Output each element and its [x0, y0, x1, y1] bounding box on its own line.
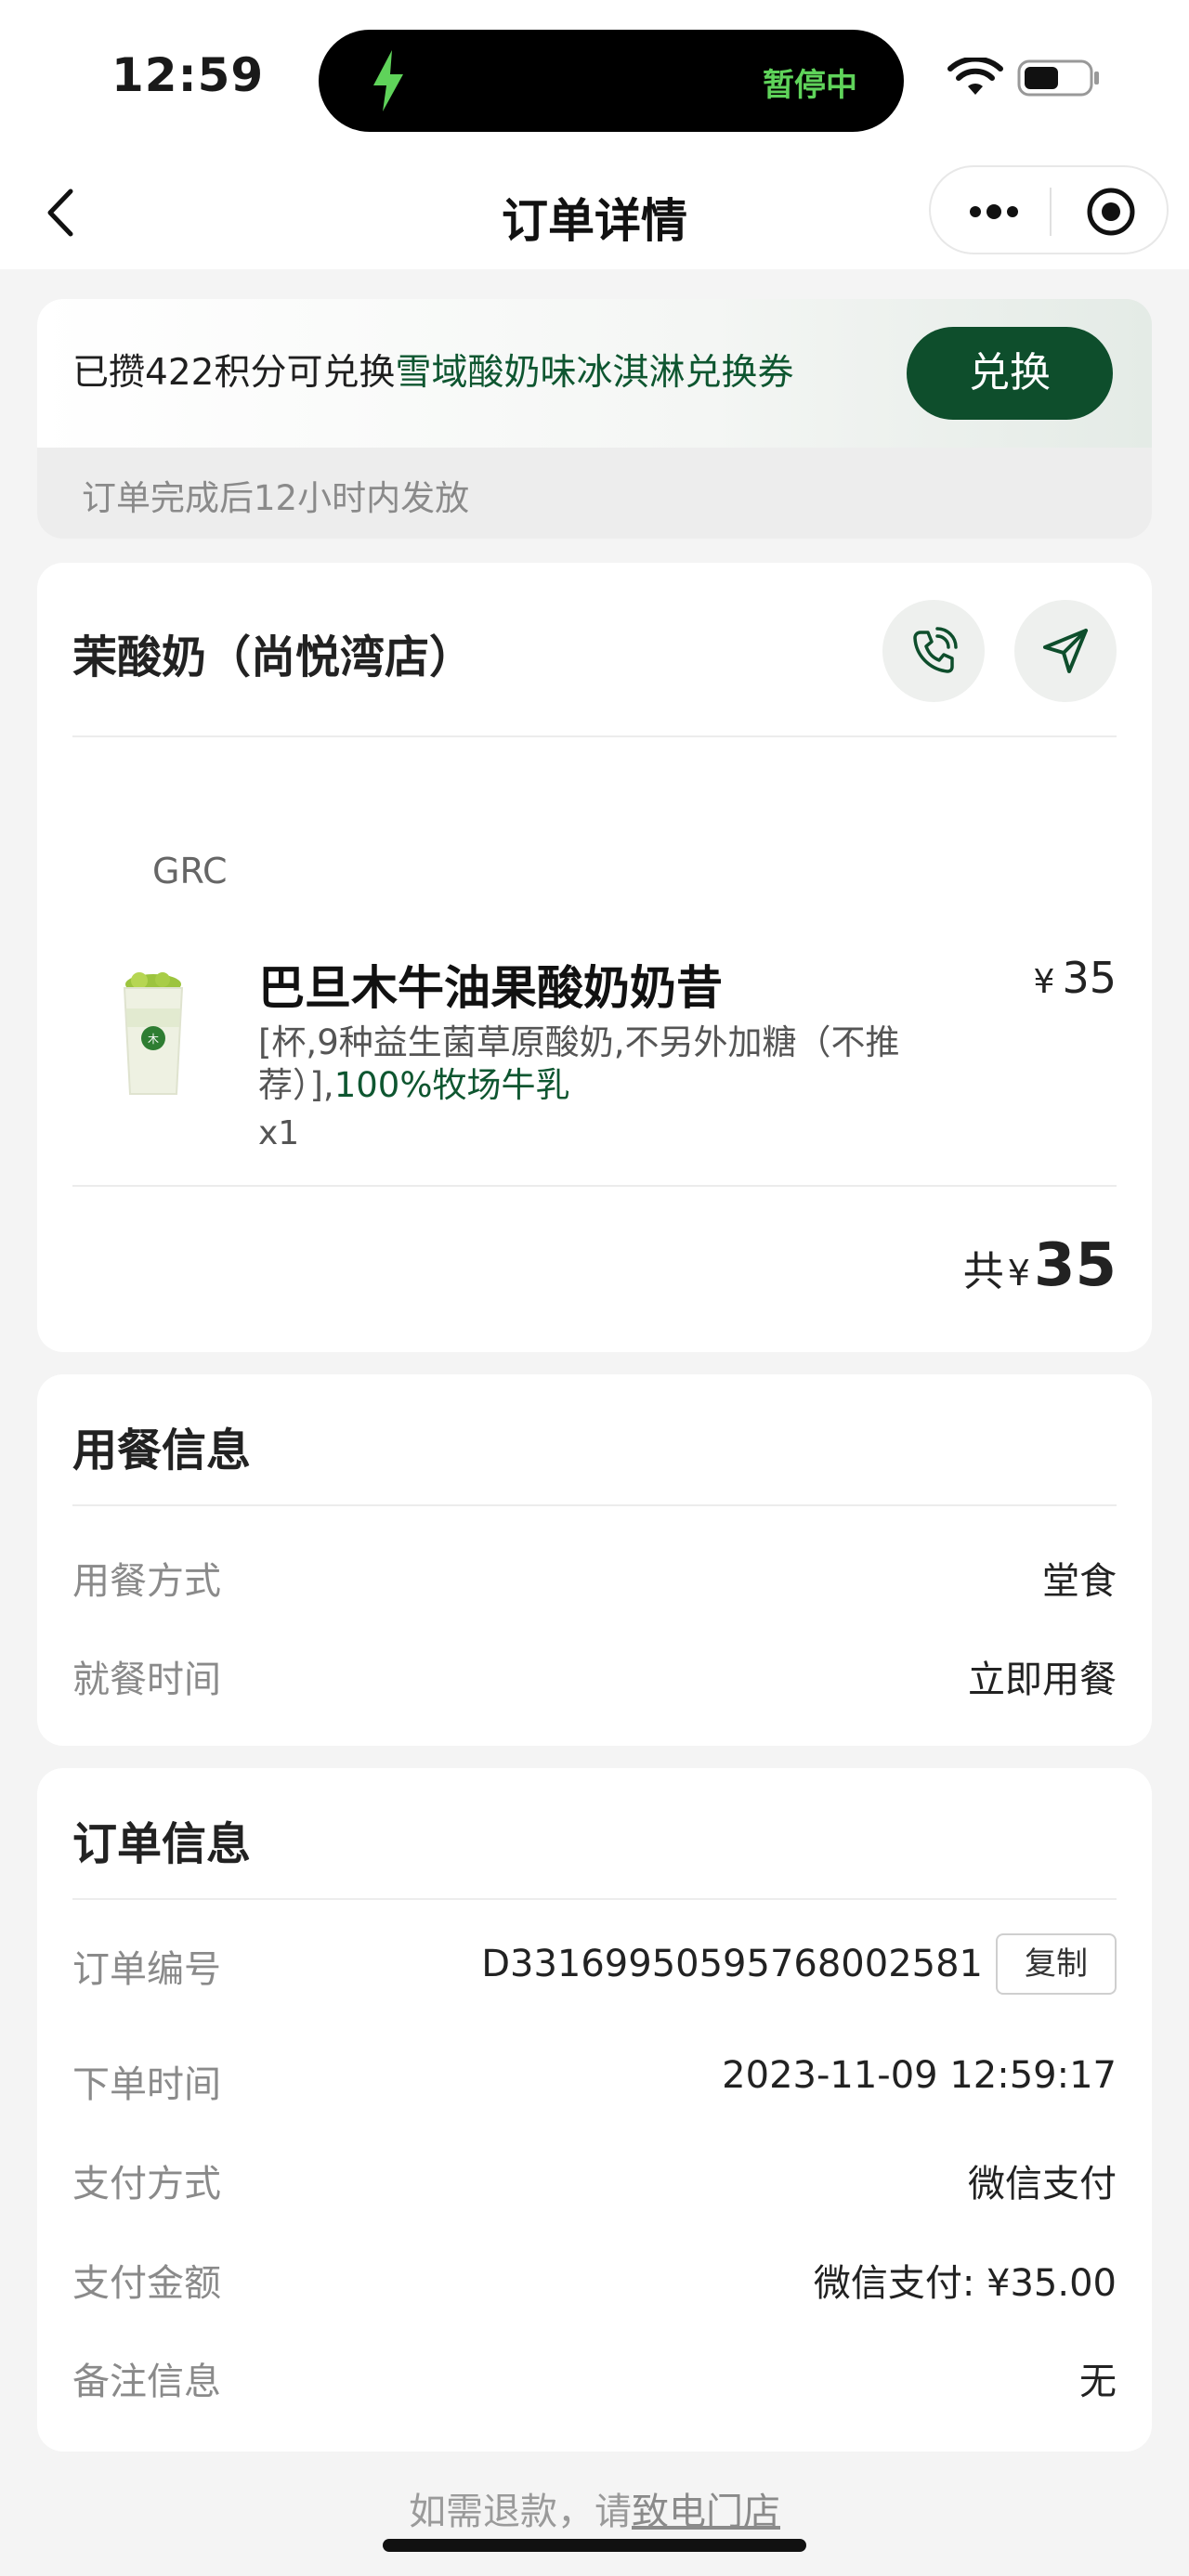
order-number-label: 订单编号: [72, 1948, 221, 1991]
product-image: 木: [123, 972, 184, 1095]
points-note: 订单完成后12小时内发放: [82, 478, 470, 518]
divider: [72, 1504, 1117, 1506]
dining-info-title: 用餐信息: [72, 1425, 252, 1477]
bolt-icon: [373, 50, 403, 111]
price-value: 35: [1062, 953, 1117, 1003]
payment-amount-row: 支付金额 微信支付: ¥35.00: [72, 2247, 1117, 2305]
call-store-link[interactable]: 致电门店: [632, 2491, 780, 2533]
order-number-row: 订单编号 D3316995059576800258​1 复制: [72, 1933, 1117, 1998]
payment-method-row: 支付方式 微信支付: [72, 2148, 1117, 2205]
payment-method-label: 支付方式: [72, 2163, 221, 2205]
order-time-label: 下单时间: [72, 2063, 221, 2106]
order-time-value: 2023-11-09 12:59:17: [722, 2054, 1117, 2097]
total-amount: 35: [1033, 1231, 1117, 1300]
phone-icon: [913, 627, 958, 673]
home-indicator: [383, 2539, 806, 2552]
capsule-divider: [1050, 188, 1052, 236]
dining-time-row: 就餐时间 立即用餐: [72, 1644, 1117, 1701]
order-card: 茉酸奶（尚悦湾店） GRC 木 巴旦木牛油果酸奶奶昔 ¥35 [杯,9种益生菌草…: [37, 563, 1152, 1352]
more-icon[interactable]: [966, 195, 1022, 228]
copy-button[interactable]: 复制: [996, 1933, 1117, 1995]
refund-note: 如需退款，请致电门店: [0, 2481, 1189, 2535]
dining-info-card: 用餐信息 用餐方式 堂食 就餐时间 立即用餐: [37, 1374, 1152, 1746]
navigation-bar: 订单详情: [0, 158, 1189, 269]
order-info-title: 订单信息: [72, 1818, 252, 1870]
store-name: 茉酸奶（尚悦湾店）: [72, 631, 475, 683]
options-milk: 100%牧场牛乳: [333, 1065, 570, 1105]
refund-prefix: 如需退款，请: [409, 2491, 632, 2533]
divider: [72, 1185, 1117, 1187]
battery-icon: [1017, 59, 1099, 97]
payment-amount-label: 支付金额: [72, 2262, 221, 2305]
dining-method-label: 用餐方式: [72, 1560, 221, 1603]
divider: [72, 735, 1117, 737]
payment-method-value: 微信支付: [968, 2163, 1117, 2205]
brand-tag: GRC: [152, 851, 228, 891]
points-banner-top: 已攒422积分可兑换雪域酸奶味冰淇淋兑换券 兑换: [37, 299, 1152, 448]
close-miniprogram-icon[interactable]: [1085, 186, 1137, 238]
status-time: 12:59: [111, 48, 265, 102]
island-status-text: 暂停中: [763, 67, 857, 104]
remark-row: 备注信息 无: [72, 2346, 1117, 2403]
dining-method-row: 用餐方式 堂食: [72, 1545, 1117, 1603]
remark-label: 备注信息: [72, 2361, 221, 2403]
miniprogram-capsule: [929, 165, 1169, 254]
price-currency: ¥: [1033, 963, 1055, 1001]
points-text: 已攒422积分可兑换雪域酸奶味冰淇淋兑换券: [72, 344, 793, 396]
navigate-store-button[interactable]: [1014, 600, 1117, 702]
product-quantity: x1: [258, 1114, 300, 1152]
dining-time-value: 立即用餐: [968, 1659, 1117, 1701]
points-reward-name: 雪域酸奶味冰淇淋兑换券: [395, 352, 794, 394]
wifi-icon: [947, 58, 1003, 95]
total-prefix: 共: [962, 1248, 1004, 1295]
order-time-row: 下单时间 2023-11-09 12:59:17: [72, 2049, 1117, 2106]
product-options: [杯,9种益生菌草原酸奶,不另外加糖（不推荐）],100%牧场牛乳: [258, 1021, 964, 1107]
divider: [72, 1898, 1117, 1900]
payment-amount-value: 微信支付: ¥35.00: [813, 2262, 1117, 2305]
order-info-card: 订单信息 订单编号 D3316995059576800258​1 复制 下单时间…: [37, 1768, 1152, 2452]
navigation-arrow-icon: [1043, 629, 1088, 673]
product-name: 巴旦木牛油果酸奶奶昔: [258, 961, 723, 1015]
dynamic-island: 暂停中: [319, 30, 904, 132]
product-price: ¥35: [1034, 953, 1117, 1003]
call-store-button[interactable]: [882, 600, 985, 702]
svg-text:木: 木: [148, 1033, 159, 1046]
remark-value: 无: [1079, 2361, 1117, 2403]
order-number-value: D3316995059576800258​1: [481, 1943, 983, 1985]
points-text-prefix: 已攒422积分可兑换: [72, 352, 396, 394]
dining-method-value: 堂食: [1042, 1560, 1117, 1603]
total-currency: ¥: [1007, 1253, 1030, 1294]
dining-time-label: 就餐时间: [72, 1659, 221, 1701]
points-banner: 已攒422积分可兑换雪域酸奶味冰淇淋兑换券 兑换 订单完成后12小时内发放: [37, 299, 1152, 539]
redeem-button[interactable]: 兑换: [907, 327, 1113, 420]
status-bar: 12:59 暂停中: [0, 0, 1189, 158]
order-total: 共 ¥35: [963, 1231, 1117, 1300]
